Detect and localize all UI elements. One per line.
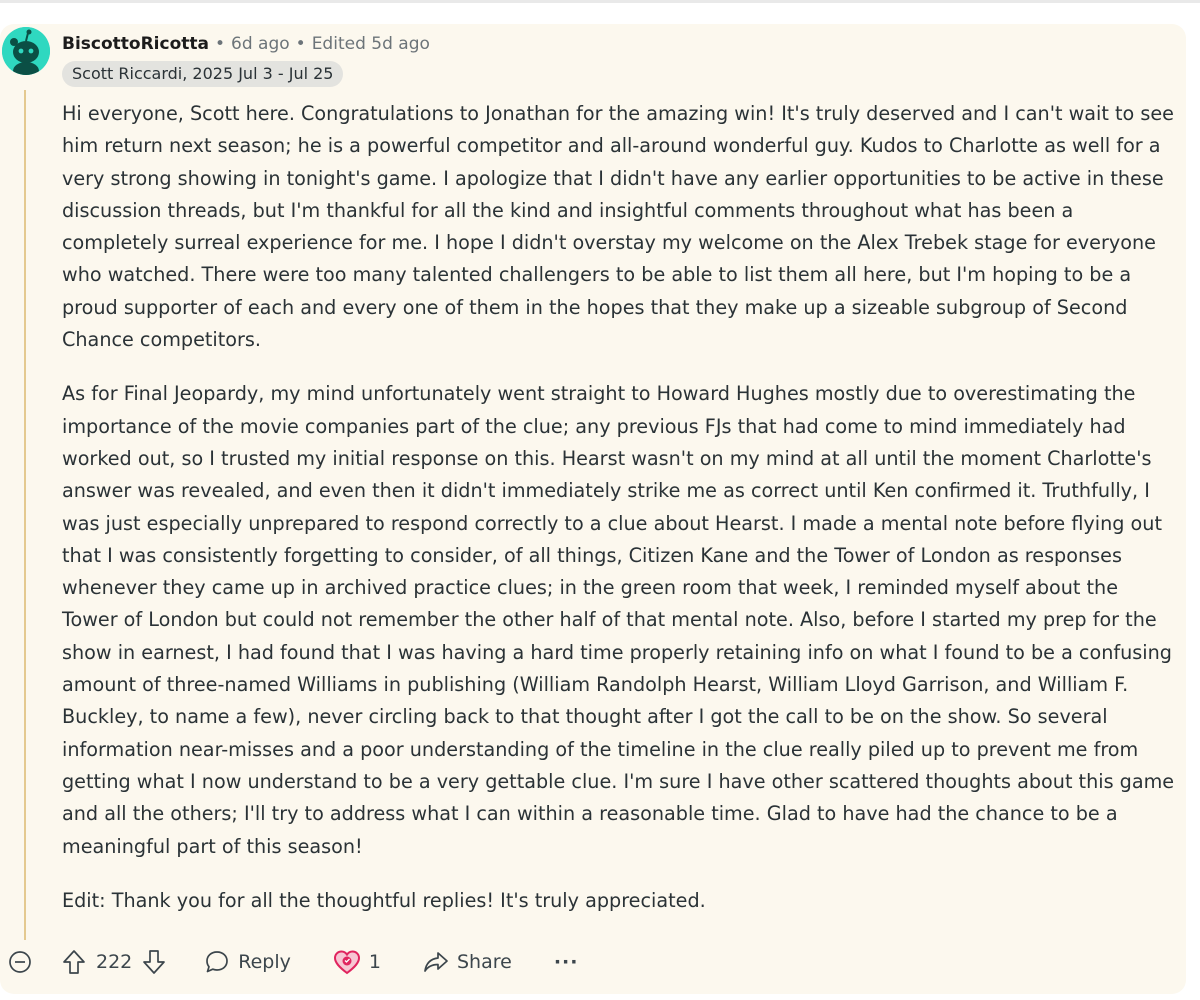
comment-paragraph: As for Final Jeopardy, my mind unfortuna…: [62, 382, 1175, 858]
minus-circle-icon[interactable]: [8, 950, 32, 974]
separator-dot: •: [215, 34, 226, 54]
share-button[interactable]: Share: [423, 950, 512, 974]
more-options-button[interactable]: ···: [554, 951, 579, 973]
thread-line[interactable]: [24, 90, 26, 940]
comment-header: BiscottoRicotta • 6d ago • Edited 5d ago: [62, 34, 430, 54]
award-count: 1: [368, 951, 381, 973]
reply-button[interactable]: Reply: [204, 949, 291, 975]
snoo-avatar-icon: [2, 27, 50, 75]
share-arrow-icon: [423, 950, 449, 974]
speech-bubble-icon: [204, 949, 230, 975]
reply-label: Reply: [238, 951, 291, 973]
username-link[interactable]: BiscottoRicotta: [62, 34, 209, 54]
posted-time[interactable]: 6d ago: [231, 34, 290, 54]
user-flair: Scott Riccardi, 2025 Jul 3 - Jul 25: [62, 61, 344, 87]
comment-paragraph: Hi everyone, Scott here. Congratulations…: [62, 102, 1174, 352]
comment-action-bar: 222 Reply 1 Share ···: [8, 944, 578, 980]
share-label: Share: [456, 951, 512, 973]
top-divider: [0, 0, 1200, 3]
award-button[interactable]: 1: [333, 949, 381, 975]
comment-body: Hi everyone, Scott here. Congratulations…: [62, 98, 1177, 939]
edited-time: Edited 5d ago: [311, 34, 430, 54]
downvote-arrow-icon[interactable]: [142, 949, 166, 975]
separator-dot: •: [295, 34, 306, 54]
comment-paragraph: Edit: Thank you for all the thoughtful r…: [62, 888, 706, 912]
upvote-arrow-icon[interactable]: [62, 949, 86, 975]
heart-award-icon: [333, 949, 361, 975]
vote-score: 222: [96, 951, 133, 973]
avatar[interactable]: [2, 27, 50, 75]
